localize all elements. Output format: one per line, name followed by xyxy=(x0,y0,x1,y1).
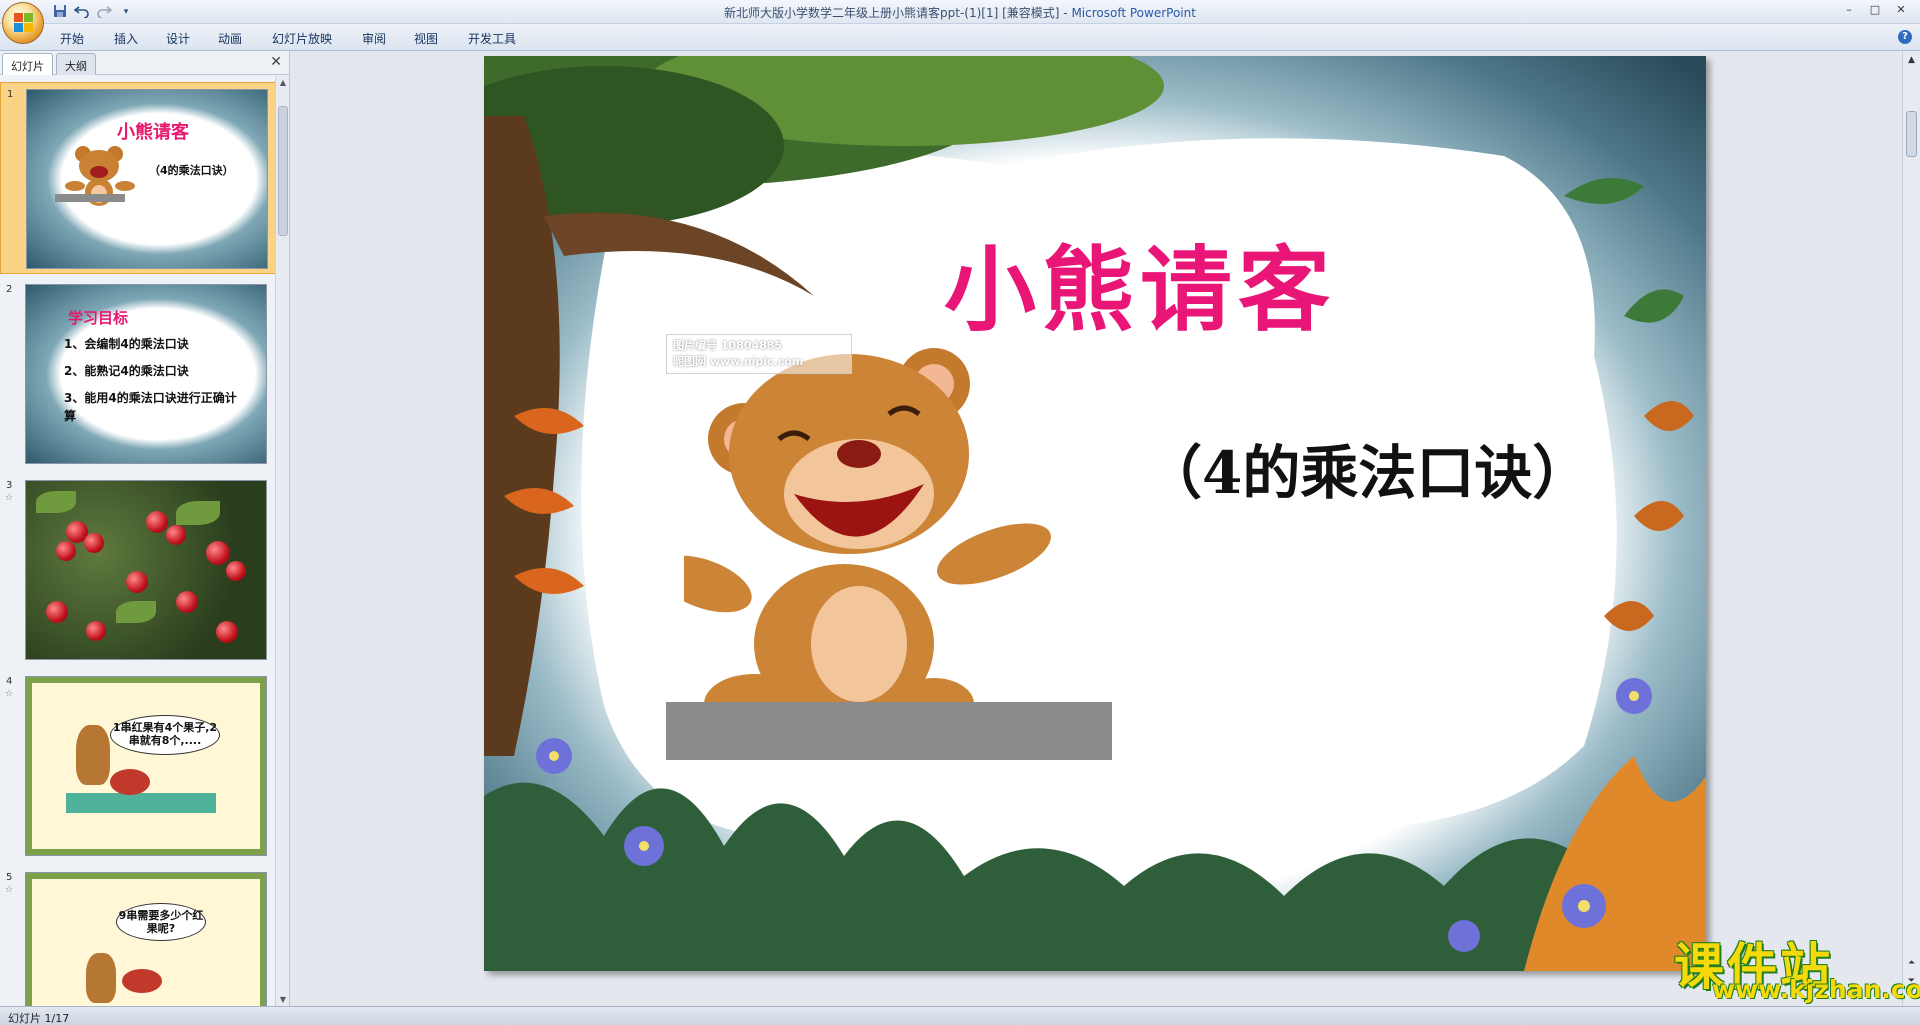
leaf-shape xyxy=(36,491,76,513)
scroll-down-icon[interactable]: ▼ xyxy=(278,995,288,1004)
berry-shape xyxy=(176,591,198,613)
berry-shape xyxy=(146,511,168,533)
bear-image xyxy=(684,348,1051,724)
main-scrollbar[interactable]: ▲ ⏶ ⏷ xyxy=(1902,51,1920,1006)
animation-star-icon: ☆ xyxy=(5,689,14,699)
window-controls: – □ ✕ xyxy=(1836,2,1914,19)
app-name: Microsoft PowerPoint xyxy=(1071,6,1196,20)
basket-shape xyxy=(122,969,162,993)
image-watermark: 图片编号 10804885 昵图网 www.nipic.com xyxy=(666,334,852,374)
office-button[interactable] xyxy=(2,2,44,44)
tab-developer[interactable]: 开发工具 xyxy=(468,30,516,47)
table-shape xyxy=(66,793,216,813)
office-logo-icon xyxy=(14,13,34,33)
slide-number: 1 xyxy=(7,89,14,100)
tab-animations[interactable]: 动画 xyxy=(218,30,242,47)
slide-thumbnail-5[interactable]: 5 ☆ 9串需要多少个红果呢? xyxy=(0,866,276,1006)
document-title: 新北师大版小学数学二年级上册小熊请客ppt-(1)[1] [兼容模式] xyxy=(724,6,1060,20)
slide-thumbnail-3[interactable]: 3 ☆ xyxy=(0,474,276,666)
slides-panel: 幻灯片 大纲 ✕ 1 小熊请客 （4的乘法口诀） 2 学习目标 1、会编制4的乘… xyxy=(0,51,290,1006)
tab-view[interactable]: 视图 xyxy=(414,30,438,47)
previous-slide-icon[interactable]: ⏶ xyxy=(1906,958,1917,968)
tab-review[interactable]: 审阅 xyxy=(362,30,386,47)
title-separator: - xyxy=(1059,6,1072,20)
slide-thumbnail-4[interactable]: 4 ☆ 1串红果有4个果子,2串就有8个,.... xyxy=(0,670,276,862)
bear-image xyxy=(86,953,116,1003)
slide-counter: 幻灯片 1/17 xyxy=(8,1012,70,1025)
slide-number: 3 xyxy=(6,480,13,491)
panel-close-icon[interactable]: ✕ xyxy=(270,54,282,70)
panel-tabs: 幻灯片 大纲 ✕ xyxy=(0,51,290,75)
berry-shape xyxy=(166,525,186,545)
tab-home[interactable]: 开始 xyxy=(60,30,84,47)
berry-shape xyxy=(206,541,230,565)
scroll-up-icon[interactable]: ▲ xyxy=(278,78,288,87)
help-icon[interactable]: ? xyxy=(1898,30,1912,44)
panel-scrollbar[interactable]: ▲ ▼ xyxy=(275,76,289,1006)
scrollbar-thumb[interactable] xyxy=(278,106,288,236)
slide-number: 5 xyxy=(6,872,13,883)
scroll-up-icon[interactable]: ▲ xyxy=(1906,55,1917,65)
berry-shape xyxy=(84,533,104,553)
berry-shape xyxy=(86,621,106,641)
thumb-line-1: 1、会编制4的乘法口诀 xyxy=(64,337,189,351)
watermark-line-1: 图片编号 10804885 xyxy=(673,339,783,352)
berry-shape xyxy=(226,561,246,581)
forest-frame-background xyxy=(484,56,1706,971)
tab-slides[interactable]: 幻灯片 xyxy=(2,53,53,75)
close-button[interactable]: ✕ xyxy=(1888,2,1914,19)
slide-preview: 1串红果有4个果子,2串就有8个,.... xyxy=(25,676,267,856)
brand-logo: 课件站 www.kjzhan.com xyxy=(1674,927,1920,1005)
speech-bubble: 9串需要多少个红果呢? xyxy=(116,903,206,941)
berry-shape xyxy=(216,621,238,643)
slide-thumbnail-list: 1 小熊请客 （4的乘法口诀） 2 学习目标 1、会编制4的乘法口诀 2、能熟记… xyxy=(0,76,276,1006)
watermark-line-2: 昵图网 www.nipic.com xyxy=(673,355,804,368)
thumb-line-2: 2、能熟记4的乘法口诀 xyxy=(64,364,189,378)
slide-number: 2 xyxy=(6,284,13,295)
slide-subtitle[interactable]: （4的乘法口诀） xyxy=(1144,426,1590,510)
brand-url: www.kjzhan.com xyxy=(1712,975,1920,1004)
slide-thumbnail-1[interactable]: 1 小熊请客 （4的乘法口诀） xyxy=(0,82,276,274)
ribbon-tabs: 开始 插入 设计 动画 幻灯片放映 审阅 视图 开发工具 ? xyxy=(0,24,1920,51)
slide-thumbnail-2[interactable]: 2 学习目标 1、会编制4的乘法口诀 2、能熟记4的乘法口诀 3、能用4的乘法口… xyxy=(0,278,276,470)
gray-bar xyxy=(55,194,125,202)
scrollbar-thumb[interactable] xyxy=(1906,111,1917,157)
basket-shape xyxy=(110,769,150,795)
tab-insert[interactable]: 插入 xyxy=(114,30,138,47)
bear-image xyxy=(76,725,110,785)
thumb-line-3: 3、能用4的乘法口诀进行正确计算 xyxy=(64,391,237,423)
minimize-button[interactable]: – xyxy=(1836,2,1862,19)
slide-preview: 学习目标 1、会编制4的乘法口诀 2、能熟记4的乘法口诀 3、能用4的乘法口诀进… xyxy=(25,284,267,464)
leaf-shape xyxy=(176,501,220,525)
tab-outline[interactable]: 大纲 xyxy=(56,53,96,75)
gray-bar xyxy=(666,702,1112,760)
animation-star-icon: ☆ xyxy=(5,885,14,895)
slide-number: 4 xyxy=(6,676,13,687)
thumb-subtitle: （4的乘法口诀） xyxy=(149,164,234,177)
speech-bubble: 1串红果有4个果子,2串就有8个,.... xyxy=(110,715,220,755)
slide-preview: 9串需要多少个红果呢? xyxy=(25,872,267,1006)
berry-shape xyxy=(46,601,68,623)
berry-shape xyxy=(56,541,76,561)
window-title: 新北师大版小学数学二年级上册小熊请客ppt-(1)[1] [兼容模式] - Mi… xyxy=(0,4,1920,21)
forest-frame-background xyxy=(27,90,267,268)
tab-design[interactable]: 设计 xyxy=(166,30,190,47)
maximize-button[interactable]: □ xyxy=(1862,2,1888,19)
slide-preview xyxy=(25,480,267,660)
thumb-title: 小熊请客 xyxy=(117,122,189,143)
current-slide[interactable]: 图片编号 10804885 昵图网 www.nipic.com 小熊请客 （4的… xyxy=(484,56,1706,971)
leaf-shape xyxy=(116,601,156,623)
slide-preview: 小熊请客 （4的乘法口诀） xyxy=(26,89,268,269)
title-bar: ▾ 新北师大版小学数学二年级上册小熊请客ppt-(1)[1] [兼容模式] - … xyxy=(0,0,1920,24)
flower-frame-background xyxy=(26,677,266,855)
animation-star-icon: ☆ xyxy=(5,493,14,503)
tab-slide-show[interactable]: 幻灯片放映 xyxy=(272,30,332,47)
slide-title[interactable]: 小熊请客 xyxy=(944,216,1336,349)
thumb-title: 学习目标 xyxy=(68,309,129,327)
status-bar: 幻灯片 1/17 xyxy=(0,1006,1920,1025)
berry-shape xyxy=(126,571,148,593)
